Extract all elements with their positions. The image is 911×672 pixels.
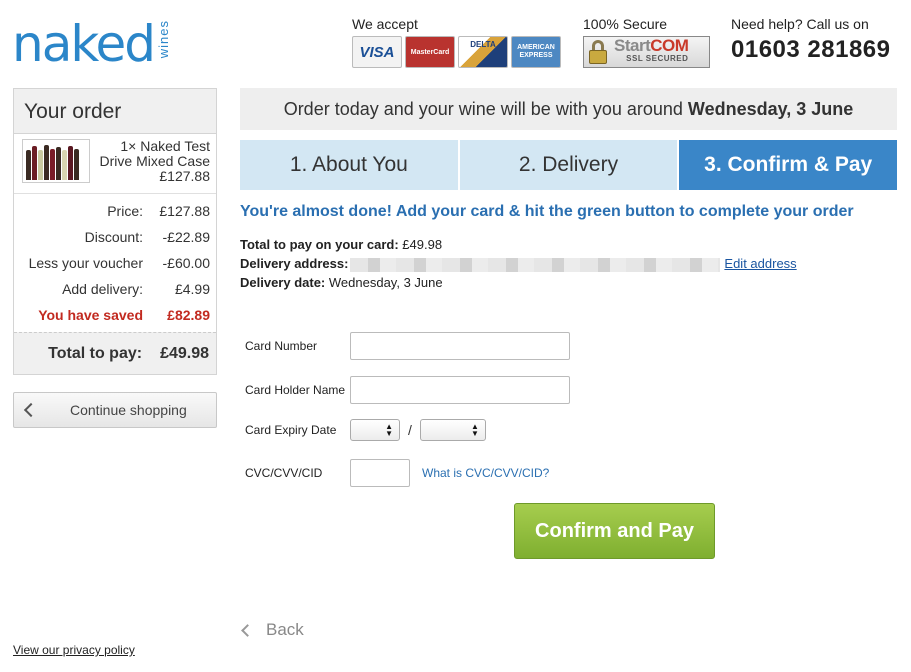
step-delivery[interactable]: 2. Delivery <box>459 140 680 190</box>
card-holder-row: Card Holder Name <box>245 376 570 404</box>
summary-row-delivery: Add delivery: £4.99 <box>62 281 210 297</box>
continue-shopping-button[interactable]: Continue shopping <box>13 392 217 428</box>
card-expiry-row: Card Expiry Date ▲ ▼ / ▲ ▼ <box>245 419 486 441</box>
back-button[interactable]: Back <box>240 620 304 640</box>
secure-badge-area: 100% Secure StartCOM SSL SECURED <box>583 16 710 68</box>
accepted-cards: We accept VISA MasterCard DELTA AMERICAN… <box>352 16 561 68</box>
ssl-subtitle: SSL SECURED <box>626 54 689 63</box>
naked-wines-logo[interactable]: naked wines <box>12 18 171 70</box>
privacy-policy-link[interactable]: View our privacy policy <box>13 643 135 657</box>
chevron-left-icon <box>241 623 254 637</box>
edit-address-link[interactable]: Edit address <box>724 256 796 271</box>
card-holder-label: Card Holder Name <box>245 383 346 397</box>
order-summary: Your order 1× Naked Test Drive Mixed Cas… <box>13 88 217 375</box>
card-number-input[interactable] <box>350 332 570 360</box>
almost-done-heading: You're almost done! Add your card & hit … <box>240 203 854 220</box>
payment-info: Total to pay on your card: £49.98 Delive… <box>240 235 797 292</box>
chevron-left-icon <box>23 402 39 418</box>
visa-card-icon: VISA <box>352 36 402 68</box>
expiry-year-select[interactable]: ▲ ▼ <box>419 419 486 441</box>
wine-case-image <box>22 139 90 183</box>
help-label: Need help? Call us on <box>731 16 869 32</box>
step-confirm-pay[interactable]: 3. Confirm & Pay <box>679 140 898 190</box>
amex-card-icon: AMERICAN EXPRESS <box>511 36 561 68</box>
summary-row-saved: You have saved £82.89 <box>38 307 210 323</box>
cvc-input[interactable] <box>350 459 410 487</box>
cvc-help-link[interactable]: What is CVC/CVV/CID? <box>422 466 549 480</box>
phone-number[interactable]: 01603 281869 <box>731 36 891 64</box>
delivery-address: Delivery address: Edit address <box>240 256 797 272</box>
secure-label: 100% Secure <box>583 16 668 32</box>
expiry-separator: / <box>408 422 412 438</box>
card-number-label: Card Number <box>245 339 318 353</box>
padlock-icon <box>588 40 608 64</box>
card-number-row: Card Number <box>245 332 570 360</box>
mastercard-icon: MasterCard <box>405 36 455 68</box>
expiry-month-select[interactable]: ▲ ▼ <box>350 419 400 441</box>
delta-card-icon: DELTA <box>458 36 508 68</box>
ssl-brand: StartCOM <box>614 36 689 55</box>
logo-wordmark: naked <box>12 15 156 73</box>
order-product: 1× Naked Test Drive Mixed Case £127.88 <box>14 134 216 194</box>
back-label: Back <box>266 620 304 639</box>
cvc-label: CVC/CVV/CID <box>245 466 323 480</box>
product-name-line2: Drive Mixed Case <box>99 153 210 169</box>
continue-shopping-label: Continue shopping <box>70 402 187 418</box>
logo-subtitle: wines <box>156 20 172 59</box>
product-price: £127.88 <box>159 168 210 184</box>
step-about-you[interactable]: 1. About You <box>240 140 460 190</box>
delivery-date: Delivery date: Wednesday, 3 June <box>240 275 443 290</box>
redacted-address <box>350 257 721 272</box>
startcom-ssl-badge: StartCOM SSL SECURED <box>583 36 710 68</box>
confirm-and-pay-button[interactable]: Confirm and Pay <box>514 503 715 559</box>
order-title: Your order <box>14 89 216 134</box>
accept-label: We accept <box>352 16 418 32</box>
checkout-steps: 1. About You 2. Delivery 3. Confirm & Pa… <box>240 140 898 190</box>
order-total: Total to pay: £49.98 <box>14 332 216 374</box>
delivery-estimate-banner: Order today and your wine will be with y… <box>240 88 897 130</box>
product-name-line1: 1× Naked Test <box>120 138 210 154</box>
help-contact: Need help? Call us on 01603 281869 <box>731 16 891 64</box>
card-holder-input[interactable] <box>350 376 570 404</box>
price-breakdown: Price: £127.88 Discount: -£22.89 Less your… <box>14 194 216 332</box>
cvc-row: CVC/CVV/CID What is CVC/CVV/CID? <box>245 459 549 487</box>
summary-row-price: Price: £127.88 <box>107 203 210 219</box>
summary-row-voucher: Less your voucher -£60.00 <box>28 255 210 271</box>
delivery-estimate-date: Wednesday, 3 June <box>687 98 854 119</box>
summary-row-discount: Discount: -£22.89 <box>84 229 210 245</box>
card-expiry-label: Card Expiry Date <box>245 423 337 437</box>
total-on-card: Total to pay on your card: £49.98 <box>240 237 443 252</box>
